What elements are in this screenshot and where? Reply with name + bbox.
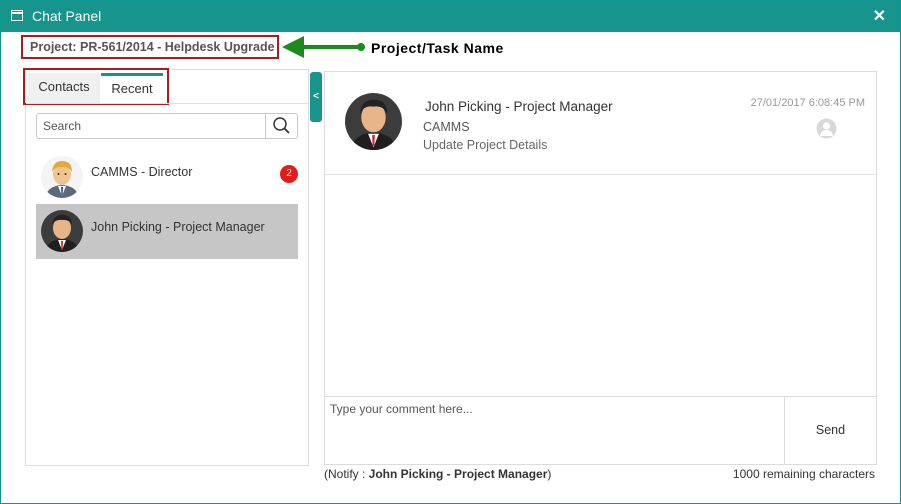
tabs-divider — [26, 103, 308, 104]
contact-item-camms-director[interactable]: CAMMS - Director 2 — [36, 150, 298, 205]
search-input[interactable] — [37, 114, 266, 138]
contact-item-john-picking[interactable]: John Picking - Project Manager — [36, 204, 298, 259]
message-timestamp: 27/01/2017 6:08:45 PM — [750, 97, 865, 109]
message-organization: CAMMS — [423, 120, 470, 134]
annotation-label: Project/Task Name — [371, 40, 504, 56]
remaining-characters: 1000 remaining characters — [732, 467, 875, 481]
search-icon — [273, 117, 290, 134]
search-box — [36, 113, 298, 139]
sender-avatar — [345, 93, 402, 150]
window-title: Chat Panel — [32, 8, 102, 24]
notify-prefix: (Notify : — [324, 467, 369, 481]
contact-name: CAMMS - Director — [91, 165, 193, 179]
collapse-panel-button[interactable]: < — [310, 72, 322, 122]
search-button[interactable] — [265, 114, 297, 138]
comment-composer: Send — [324, 396, 877, 465]
notify-suffix: ) — [547, 467, 552, 481]
message-item: John Picking - Project Manager CAMMS Upd… — [325, 72, 876, 175]
notify-recipient: John Picking - Project Manager — [368, 467, 548, 481]
close-icon[interactable]: ✕ — [873, 6, 886, 26]
message-sender: John Picking - Project Manager — [425, 99, 613, 114]
send-button[interactable]: Send — [784, 397, 876, 464]
project-title: Project: PR-561/2014 - Helpdesk Upgrade — [30, 40, 275, 54]
window-icon — [11, 10, 23, 21]
chat-panel-window: Chat Panel ✕ Project: PR-561/2014 - Help… — [0, 0, 901, 504]
message-body: Update Project Details — [423, 138, 548, 152]
title-bar: Chat Panel ✕ — [1, 1, 900, 32]
notify-line: (Notify : John Picking - Project Manager… — [324, 467, 551, 481]
dark-haired-man-avatar — [41, 210, 83, 252]
unread-count-badge: 2 — [280, 165, 298, 183]
contact-name: John Picking - Project Manager — [91, 220, 265, 234]
blond-man-avatar — [41, 156, 83, 198]
user-silhouette-icon — [816, 118, 837, 139]
comment-input[interactable] — [325, 397, 785, 464]
annotation-arrow-icon — [282, 36, 365, 58]
tabs-highlight-box — [23, 68, 169, 105]
